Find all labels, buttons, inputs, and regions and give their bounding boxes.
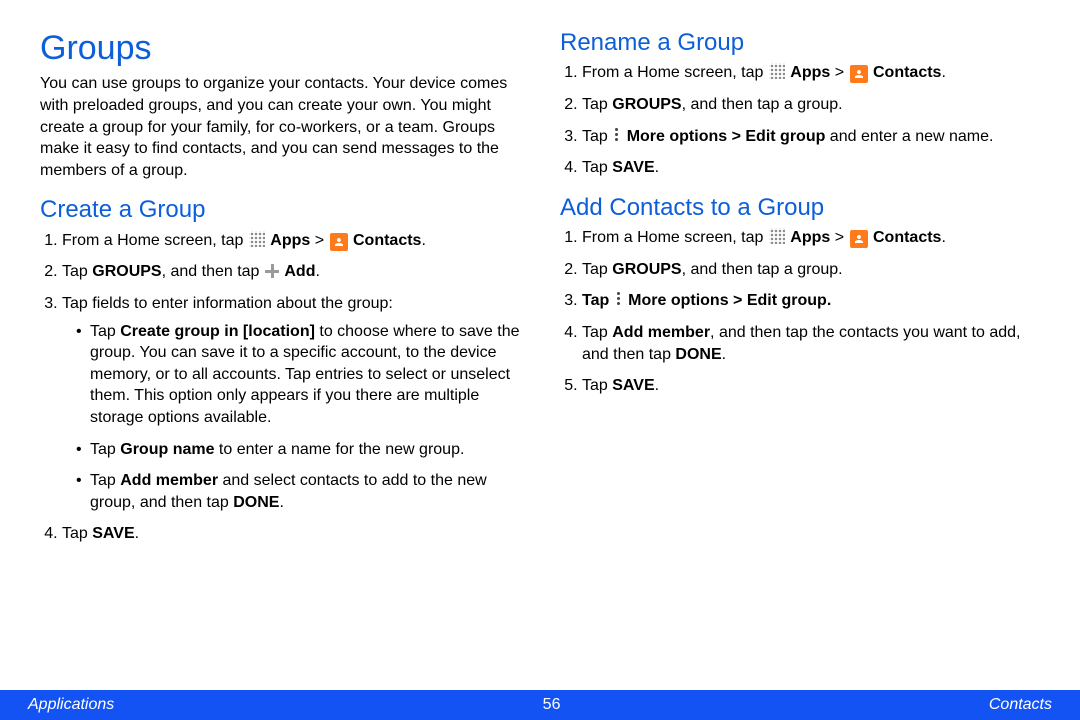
rename-step-2: Tap GROUPS, and then tap a group. — [582, 94, 1040, 116]
step-1: From a Home screen, tap Apps > Contacts. — [62, 230, 520, 252]
rename-group-heading: Rename a Group — [560, 30, 1040, 56]
rename-step-3: Tap More options > Edit group and enter … — [582, 126, 1040, 148]
rename-step-1: From a Home screen, tap Apps > Contacts. — [582, 62, 1040, 84]
substep-name: Tap Group name to enter a name for the n… — [76, 439, 520, 461]
contacts-icon — [330, 233, 348, 251]
more-options-icon — [615, 291, 623, 307]
footer-right: Contacts — [989, 696, 1052, 714]
create-group-heading: Create a Group — [40, 197, 520, 223]
page-title: Groups — [40, 30, 520, 67]
add-contacts-steps: From a Home screen, tap Apps > Contacts.… — [560, 227, 1040, 397]
page-number: 56 — [543, 696, 561, 714]
apps-icon — [769, 228, 785, 244]
more-options-icon — [613, 127, 621, 143]
step-4: Tap SAVE. — [62, 523, 520, 545]
rename-step-4: Tap SAVE. — [582, 157, 1040, 179]
apps-icon — [249, 231, 265, 247]
contacts-icon — [850, 230, 868, 248]
step-3: Tap fields to enter information about th… — [62, 293, 520, 513]
add-step-3: Tap More options > Edit group. — [582, 290, 1040, 312]
footer-left: Applications — [28, 696, 114, 714]
rename-group-steps: From a Home screen, tap Apps > Contacts.… — [560, 62, 1040, 178]
substep-location: Tap Create group in [location] to choose… — [76, 321, 520, 429]
intro-text: You can use groups to organize your cont… — [40, 73, 520, 181]
step-2: Tap GROUPS, and then tap Add. — [62, 261, 520, 283]
apps-icon — [769, 63, 785, 79]
substep-add-member: Tap Add member and select contacts to ad… — [76, 470, 520, 513]
add-step-2: Tap GROUPS, and then tap a group. — [582, 259, 1040, 281]
add-step-4: Tap Add member, and then tap the contact… — [582, 322, 1040, 365]
add-step-1: From a Home screen, tap Apps > Contacts. — [582, 227, 1040, 249]
create-group-steps: From a Home screen, tap Apps > Contacts.… — [40, 230, 520, 545]
left-column: Groups You can use groups to organize yo… — [40, 30, 520, 690]
footer-bar: Applications 56 Contacts — [0, 690, 1080, 720]
plus-icon — [265, 264, 279, 278]
contacts-icon — [850, 65, 868, 83]
add-step-5: Tap SAVE. — [582, 375, 1040, 397]
add-contacts-heading: Add Contacts to a Group — [560, 195, 1040, 221]
right-column: Rename a Group From a Home screen, tap A… — [560, 30, 1040, 690]
